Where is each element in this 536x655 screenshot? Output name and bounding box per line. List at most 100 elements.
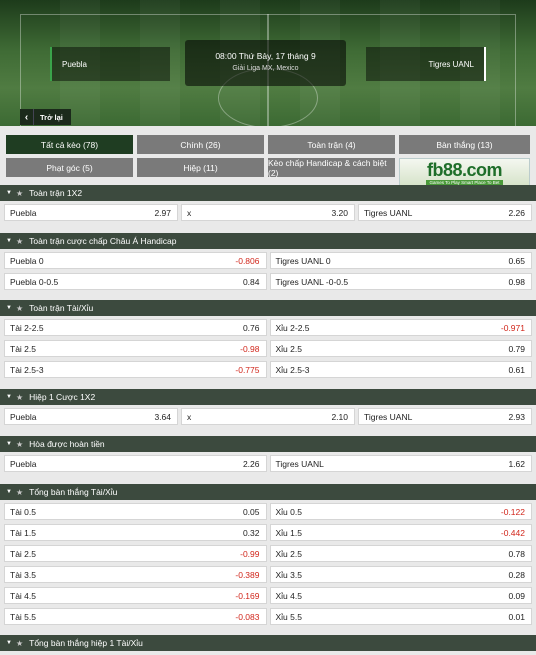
odds-cell[interactable]: Tài 5.5 -0.083: [4, 608, 267, 625]
odds-value: 2.10: [331, 411, 348, 422]
odds-cell[interactable]: Puebla 2.26: [4, 455, 267, 472]
odds-value: 2.26: [508, 207, 525, 218]
section-header[interactable]: ▼ ★ Hòa được hoàn tiền: [0, 436, 536, 452]
tab-full-match[interactable]: Toàn trận (4): [268, 135, 395, 154]
odds-cell[interactable]: Tài 0.5 0.05: [4, 503, 267, 520]
selection-label: Xỉu 2.5: [275, 343, 302, 354]
odds-cell[interactable]: Xỉu 2.5 0.79: [269, 340, 532, 357]
odds-cell[interactable]: Puebla 0 -0.806: [4, 252, 267, 269]
odds-cell[interactable]: Puebla 2.97: [4, 204, 178, 221]
odds-cell[interactable]: Xỉu 2.5 0.78: [269, 545, 532, 562]
favorite-star-icon[interactable]: ★: [16, 393, 23, 402]
odds-value: 3.20: [331, 207, 348, 218]
odds-cell[interactable]: x 2.10: [181, 408, 355, 425]
odds-value: 0.05: [242, 506, 260, 517]
odds-cell[interactable]: Tài 1.5 0.32: [4, 524, 267, 541]
odds-cell[interactable]: Xỉu 3.5 0.28: [269, 566, 532, 583]
collapse-caret-icon[interactable]: ▼: [6, 190, 12, 196]
odds-cell[interactable]: x 3.20: [181, 204, 355, 221]
section-header[interactable]: ▼ ★ Hiệp 1 Cược 1X2: [0, 389, 536, 405]
tab-label: Kèo chấp Handicap & cách biệt (2): [268, 157, 387, 178]
selection-label: Xỉu 4.5: [275, 590, 302, 601]
section-header[interactable]: ▼ ★ Toàn trận cược chấp Châu Á Handicap: [0, 233, 536, 249]
collapse-caret-icon[interactable]: ▼: [6, 489, 12, 495]
odds-value: 0.61: [508, 364, 525, 375]
section-header[interactable]: ▼ ★ Tổng bàn thắng Tài/Xỉu: [0, 484, 536, 500]
tab-half[interactable]: Hiệp (11): [137, 158, 264, 177]
tab-goals[interactable]: Bàn thắng (13): [399, 135, 530, 154]
back-button-label: Trở lại: [40, 112, 63, 122]
fb88-tagline: Games To Play Smart Place To Bet: [426, 179, 503, 185]
market-filter-tabs: Tất cả kèo (78) Chính (26) Toàn trận (4)…: [6, 135, 530, 187]
back-button[interactable]: ‹ Trở lại: [20, 109, 71, 125]
favorite-star-icon[interactable]: ★: [16, 189, 23, 198]
odds-cell[interactable]: Xỉu 5.5 0.01: [269, 608, 532, 625]
odds-cell[interactable]: Tigres UANL 2.26: [358, 204, 532, 221]
selection-label: Tigres UANL: [364, 207, 413, 218]
odds-cell[interactable]: Tigres UANL -0-0.5 0.98: [269, 273, 532, 290]
odds-cell[interactable]: Tài 3.5 -0.389: [4, 566, 267, 583]
selection-label: x: [187, 411, 192, 422]
odds-value: 0.98: [508, 276, 525, 287]
tab-label: Toàn trận (4): [307, 139, 356, 150]
odds-value: 0.84: [242, 276, 260, 287]
section-title: Hiệp 1 Cược 1X2: [29, 392, 96, 402]
match-header: Puebla Tigres UANL 08:00 Thứ Bảy, 17 thá…: [0, 0, 536, 126]
section-header[interactable]: ▼ ★ Tổng bàn thắng hiệp 1 Tài/Xỉu: [0, 635, 536, 651]
odds-cell[interactable]: Tigres UANL 0 0.65: [269, 252, 532, 269]
odds-value: -0.775: [235, 364, 260, 375]
tab-all-markets[interactable]: Tất cả kèo (78): [6, 135, 133, 154]
odds-cell[interactable]: Tài 4.5 -0.169: [4, 587, 267, 604]
odds-cell[interactable]: Puebla 3.64: [4, 408, 178, 425]
favorite-star-icon[interactable]: ★: [16, 639, 23, 648]
odds-cell[interactable]: Puebla 0-0.5 0.84: [4, 273, 267, 290]
odds-value: -0.98: [240, 343, 260, 354]
section-title: Hòa được hoàn tiền: [29, 439, 105, 449]
favorite-star-icon[interactable]: ★: [16, 304, 23, 313]
odds-value: 2.97: [154, 207, 171, 218]
odds-cell[interactable]: Tài 2.5 -0.98: [4, 340, 267, 357]
selection-label: Tigres UANL -0-0.5: [275, 276, 349, 287]
odds-cell[interactable]: Tigres UANL 1.62: [269, 455, 532, 472]
collapse-caret-icon[interactable]: ▼: [6, 441, 12, 447]
odds-cell[interactable]: Xỉu 0.5 -0.122: [269, 503, 532, 520]
odds-value: 0.65: [508, 255, 525, 266]
odds-cell[interactable]: Xỉu 1.5 -0.442: [269, 524, 532, 541]
odds-value: 2.93: [508, 411, 525, 422]
tab-main[interactable]: Chính (26): [137, 135, 264, 154]
tab-corners[interactable]: Phạt góc (5): [6, 158, 133, 177]
section-header[interactable]: ▼ ★ Toàn trận Tài/Xỉu: [0, 300, 536, 316]
odds-cell[interactable]: Xỉu 2-2.5 -0.971: [269, 319, 532, 336]
favorite-star-icon[interactable]: ★: [16, 237, 23, 246]
fb88-banner[interactable]: fb88.com Games To Play Smart Place To Be…: [399, 158, 530, 187]
section-header[interactable]: ▼ ★ Toàn trận 1X2: [0, 185, 536, 201]
tab-label: Hiệp (11): [183, 162, 218, 173]
favorite-star-icon[interactable]: ★: [16, 488, 23, 497]
selection-label: Puebla 0: [10, 255, 44, 266]
collapse-caret-icon[interactable]: ▼: [6, 640, 12, 646]
odds-value: -0.971: [500, 322, 525, 333]
selection-label: Tài 2.5: [10, 548, 36, 559]
tab-label: Chính (26): [180, 139, 221, 150]
selection-label: Xỉu 1.5: [275, 527, 302, 538]
odds-value: 0.01: [508, 611, 525, 622]
collapse-caret-icon[interactable]: ▼: [6, 305, 12, 311]
selection-label: Tài 4.5: [10, 590, 36, 601]
tab-handicap[interactable]: Kèo chấp Handicap & cách biệt (2): [268, 157, 395, 178]
collapse-caret-icon[interactable]: ▼: [6, 394, 12, 400]
odds-cell[interactable]: Tài 2.5-3 -0.775: [4, 361, 267, 378]
odds-cell[interactable]: Tài 2-2.5 0.76: [4, 319, 267, 336]
odds-cell[interactable]: Tài 2.5 -0.99: [4, 545, 267, 562]
selection-label: Xỉu 5.5: [275, 611, 302, 622]
odds-cell[interactable]: Xỉu 2.5-3 0.61: [269, 361, 532, 378]
collapse-caret-icon[interactable]: ▼: [6, 238, 12, 244]
selection-label: Xỉu 0.5: [275, 506, 302, 517]
odds-value: -0.169: [235, 590, 260, 601]
selection-label: Tài 2-2.5: [10, 322, 44, 333]
odds-cell[interactable]: Xỉu 4.5 0.09: [269, 587, 532, 604]
selection-label: Tài 5.5: [10, 611, 36, 622]
odds-value: 0.79: [508, 343, 525, 354]
odds-cell[interactable]: Tigres UANL 2.93: [358, 408, 532, 425]
odds-value: 0.76: [242, 322, 260, 333]
favorite-star-icon[interactable]: ★: [16, 440, 23, 449]
